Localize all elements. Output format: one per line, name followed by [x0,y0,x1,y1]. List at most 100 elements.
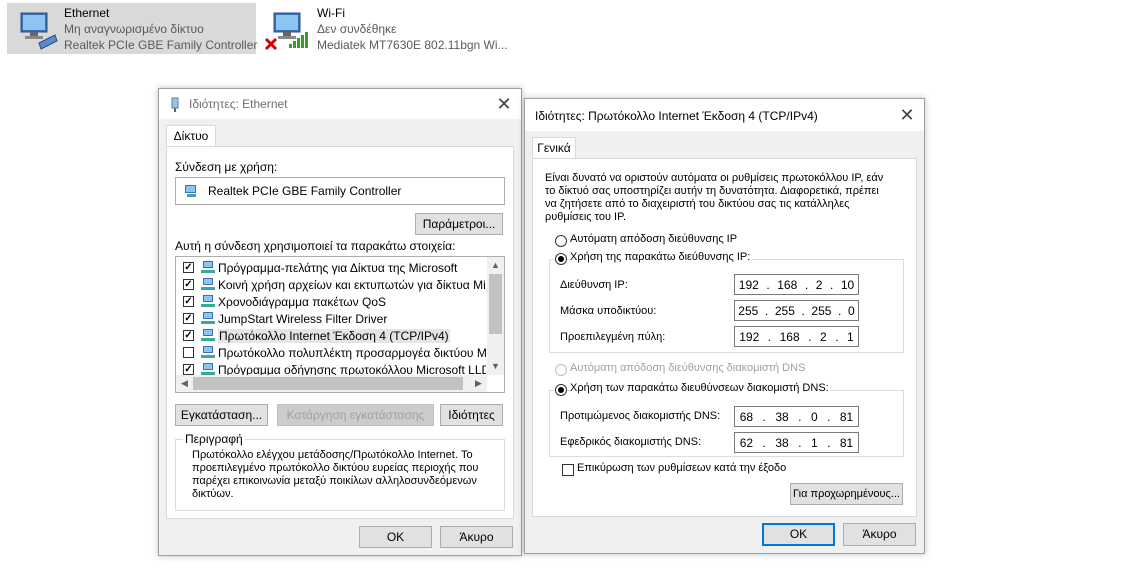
component-checkbox[interactable]: ✓ [183,313,194,324]
preferred-dns-field[interactable]: 68. 38. 0. 81 [734,406,859,427]
component-label: Πρωτόκολλο πολυπλέκτη προσαρμογέα δικτύο… [218,346,486,360]
adapter-status: Μη αναγνωρισμένο δίκτυο [64,22,204,36]
component-checkbox[interactable]: ✓ [183,296,194,307]
octet: 10 [840,277,855,292]
list-item[interactable]: ✓ Πρωτόκολλο Internet Έκδοση 4 (TCP/IPv4) [176,327,486,344]
scroll-up-arrow[interactable]: ▲ [487,257,504,274]
adapter-device: Realtek PCIe GBE Family Controller [64,38,258,52]
list-item[interactable]: Πρωτόκολλο πολυπλέκτη προσαρμογέα δικτύο… [176,344,486,361]
scroll-thumb[interactable] [489,274,502,334]
adapter-name: Ethernet [64,6,110,20]
list-item[interactable]: ✓ Κοινή χρήση αρχείων και εκτυπωτών για δ… [176,276,486,293]
alternate-dns-label: Εφεδρικός διακομιστής DNS: [560,436,702,448]
component-checkbox[interactable]: ✓ [183,279,194,290]
tab-general[interactable]: Γενικά [532,137,576,159]
component-label: Χρονοδιάγραμμα πακέτων QoS [218,295,387,309]
horizontal-scrollbar[interactable]: ◀ ▶ [176,375,487,392]
octet: 81 [839,435,854,450]
advanced-button[interactable]: Για προχωρημένους... [790,483,903,505]
cancel-button[interactable]: Άκυρο [843,523,916,546]
connect-using-label: Σύνδεση με χρήση: [175,160,278,174]
ok-button[interactable]: OK [359,526,432,548]
validate-on-exit-label[interactable]: Επικύρωση των ρυθμίσεων κατά την έξοδο [577,462,786,474]
octet: 38 [775,435,789,450]
adapter-wifi[interactable]: Wi-Fi Δεν συνδέθηκε Mediatek MT7630E 802… [260,3,510,54]
subnet-mask-field[interactable]: 255. 255. 255. 0 [734,300,859,321]
h-scroll-thumb[interactable] [193,377,463,390]
install-button[interactable]: Εγκατάσταση... [175,404,268,426]
octet: 192 [738,277,759,292]
component-label: JumpStart Wireless Filter Driver [218,312,388,326]
ipv4-properties-dialog: Ιδιότητες: Πρωτόκολλο Internet Έκδοση 4 … [524,98,925,554]
network-component-icon [201,329,215,341]
auto-dns-radio[interactable] [555,364,567,376]
network-adapter-icon [185,185,196,197]
manual-ip-radio[interactable] [555,253,567,265]
auto-dns-label[interactable]: Αυτόματη απόδοση διεύθυνσης διακομιστή D… [570,362,805,374]
scroll-right-arrow[interactable]: ▶ [470,375,487,392]
network-component-icon [201,278,215,290]
network-adapter-icon [20,12,58,50]
scroll-down-arrow[interactable]: ▼ [487,358,504,375]
ok-button[interactable]: OK [762,523,835,546]
adapter-status: Δεν συνδέθηκε [317,22,397,36]
adapter-device: Mediatek MT7630E 802.11bgn Wi... [317,38,508,52]
adapter-ethernet[interactable]: Ethernet Μη αναγνωρισμένο δίκτυο Realtek… [7,3,258,54]
vertical-scrollbar[interactable]: ▲ ▼ [487,257,504,375]
description-text: Πρωτόκολλο ελέγχου μετάδοσης/Πρωτόκολλο … [192,449,479,497]
close-button[interactable]: ✕ [896,104,918,126]
alternate-dns-field[interactable]: 62. 38. 1. 81 [734,432,859,453]
components-items: ✓ Πρόγραμμα-πελάτης για Δίκτυα της Micros… [176,259,486,379]
auto-ip-radio[interactable] [555,235,567,247]
title-bar[interactable]: Ιδιότητες: Πρωτόκολλο Internet Έκδοση 4 … [525,99,924,131]
manual-dns-radio[interactable] [555,384,567,396]
validate-on-exit-checkbox[interactable] [562,464,574,476]
tab-network[interactable]: Δίκτυο [166,125,216,147]
network-component-icon [201,261,215,273]
gateway-label: Προεπιλεγμένη πύλη: [560,331,666,343]
preferred-dns-label: Προτιμώμενος διακομιστής DNS: [560,410,721,422]
configure-button[interactable]: Παράμετροι... [415,213,503,235]
octet: 168 [777,277,798,292]
components-list: ✓ Πρόγραμμα-πελάτης για Δίκτυα της Micros… [175,256,505,393]
signal-bars-icon [289,32,308,48]
ip-address-label: Διεύθυνση IP: [560,279,628,291]
octet: 255 [774,303,795,318]
list-item[interactable]: ✓ Χρονοδιάγραμμα πακέτων QoS [176,293,486,310]
default-gateway-field[interactable]: 192. 168. 2. 1 [734,326,859,347]
properties-button[interactable]: Ιδιότητες [440,404,503,426]
title-bar[interactable]: Ιδιότητες: Ethernet ✕ [159,89,521,119]
octet: 1 [810,435,818,450]
component-label: Κοινή χρήση αρχείων και εκτυπωτών για δί… [218,278,486,292]
adapter-name-box: Realtek PCIe GBE Family Controller [175,177,505,205]
manual-ip-label[interactable]: Χρήση της παρακάτω διεύθυνσης IP: [570,251,753,263]
cancel-button[interactable]: Άκυρο [440,526,513,548]
scroll-left-arrow[interactable]: ◀ [176,375,193,392]
tab-panel: Σύνδεση με χρήση: Realtek PCIe GBE Famil… [166,146,514,519]
octet: 192 [739,329,760,344]
component-label: Πρόγραμμα-πελάτης για Δίκτυα της Microso… [218,261,458,275]
close-button[interactable]: ✕ [493,93,515,115]
disconnected-x-icon [264,37,278,51]
manual-dns-label[interactable]: Χρήση των παρακάτω διευθύνσεων διακομιστ… [570,382,831,394]
dialog-title: Ιδιότητες: Πρωτόκολλο Internet Έκδοση 4 … [535,109,818,123]
component-checkbox[interactable]: ✓ [183,364,194,375]
list-item[interactable]: ✓ Πρόγραμμα-πελάτης για Δίκτυα της Micros… [176,259,486,276]
octet: 38 [775,409,789,424]
dialog-title: Ιδιότητες: Ethernet [189,97,288,111]
tab-panel: Είναι δυνατό να οριστούν αυτόματα οι ρυθ… [532,158,917,517]
component-checkbox[interactable]: ✓ [183,262,194,273]
component-checkbox[interactable]: ✓ [183,330,194,341]
adapter-name-text: Realtek PCIe GBE Family Controller [208,184,402,198]
octet: 2 [815,277,823,292]
auto-ip-label[interactable]: Αυτόματη απόδοση διεύθυνσης IP [570,233,737,245]
component-checkbox[interactable] [183,347,194,358]
uninstall-button[interactable]: Κατάργηση εγκατάστασης [277,404,434,426]
octet: 255 [811,303,832,318]
octet: 2 [820,329,827,344]
list-item[interactable]: ✓ JumpStart Wireless Filter Driver [176,310,486,327]
network-component-icon [201,363,215,375]
component-label: Πρωτόκολλο Internet Έκδοση 4 (TCP/IPv4) [218,329,450,343]
ip-address-field[interactable]: 192. 168. 2. 10 [734,274,859,295]
network-component-icon [201,312,215,324]
